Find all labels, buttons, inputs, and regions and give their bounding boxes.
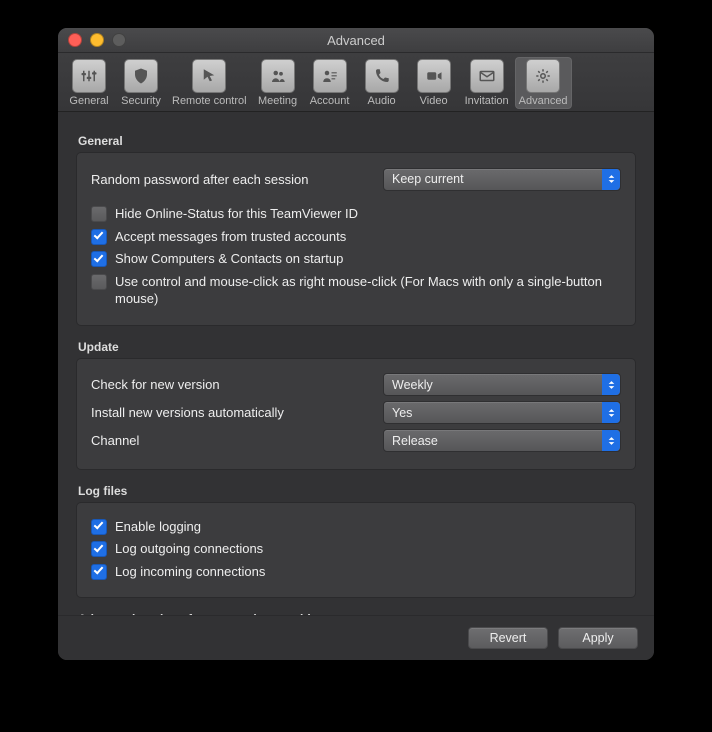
show-contacts-checkbox[interactable] — [91, 251, 107, 267]
accept-messages-label: Accept messages from trusted accounts — [115, 228, 346, 246]
random-password-select[interactable]: Keep current — [383, 168, 621, 191]
tab-label: Meeting — [258, 95, 297, 107]
install-auto-label: Install new versions automatically — [91, 405, 383, 420]
tab-account[interactable]: Account — [305, 57, 355, 109]
select-value: Yes — [392, 406, 412, 420]
enable-logging-checkbox[interactable] — [91, 519, 107, 535]
tab-label: Security — [121, 95, 161, 107]
single-button-mouse-checkbox[interactable] — [91, 274, 107, 290]
log-outgoing-label: Log outgoing connections — [115, 540, 263, 558]
chevron-updown-icon — [602, 169, 620, 190]
tab-audio[interactable]: Audio — [357, 57, 407, 109]
tab-label: Account — [310, 95, 350, 107]
close-window-button[interactable] — [68, 33, 82, 47]
chevron-updown-icon — [602, 430, 620, 451]
sliders-icon — [72, 59, 106, 93]
group-icon — [261, 59, 295, 93]
tab-label: Advanced — [519, 95, 568, 107]
envelope-icon — [470, 59, 504, 93]
tab-video[interactable]: Video — [409, 57, 459, 109]
tab-label: Video — [420, 95, 448, 107]
zoom-window-button[interactable] — [112, 33, 126, 47]
revert-button[interactable]: Revert — [468, 627, 548, 649]
cursor-icon — [192, 59, 226, 93]
single-button-mouse-label: Use control and mouse-click as right mou… — [115, 273, 621, 308]
accept-messages-checkbox[interactable] — [91, 229, 107, 245]
hide-online-label: Hide Online-Status for this TeamViewer I… — [115, 205, 358, 223]
gear-icon — [526, 59, 560, 93]
chevron-updown-icon — [602, 402, 620, 423]
update-panel: Check for new version Weekly Install new… — [76, 358, 636, 470]
channel-select[interactable]: Release — [383, 429, 621, 452]
titlebar: Advanced — [58, 28, 654, 53]
chevron-updown-icon — [602, 374, 620, 395]
tab-label: Invitation — [465, 95, 509, 107]
tab-label: Audio — [368, 95, 396, 107]
content-scroll[interactable]: General Random password after each sessi… — [58, 112, 654, 615]
show-contacts-label: Show Computers & Contacts on startup — [115, 250, 343, 268]
logfiles-panel: Enable logging Log outgoing connections … — [76, 502, 636, 599]
tab-remote-control[interactable]: Remote control — [168, 57, 251, 109]
section-title-logfiles: Log files — [78, 484, 636, 498]
general-panel: Random password after each session Keep … — [76, 152, 636, 326]
preferences-toolbar: General Security Remote control Meeting … — [58, 53, 654, 112]
channel-label: Channel — [91, 433, 383, 448]
random-password-label: Random password after each session — [91, 172, 383, 187]
minimize-window-button[interactable] — [90, 33, 104, 47]
log-incoming-label: Log incoming connections — [115, 563, 265, 581]
hide-online-checkbox[interactable] — [91, 206, 107, 222]
tab-meeting[interactable]: Meeting — [253, 57, 303, 109]
check-version-label: Check for new version — [91, 377, 383, 392]
apply-button[interactable]: Apply — [558, 627, 638, 649]
shield-icon — [124, 59, 158, 93]
tab-general[interactable]: General — [64, 57, 114, 109]
tab-advanced[interactable]: Advanced — [515, 57, 572, 109]
section-title-update: Update — [78, 340, 636, 354]
install-auto-select[interactable]: Yes — [383, 401, 621, 424]
section-title-general: General — [78, 134, 636, 148]
enable-logging-label: Enable logging — [115, 518, 201, 536]
window-title: Advanced — [58, 33, 654, 48]
check-version-select[interactable]: Weekly — [383, 373, 621, 396]
phone-icon — [365, 59, 399, 93]
tab-label: Remote control — [172, 95, 247, 107]
footer: Revert Apply — [58, 615, 654, 660]
tab-invitation[interactable]: Invitation — [461, 57, 513, 109]
log-incoming-checkbox[interactable] — [91, 564, 107, 580]
video-icon — [417, 59, 451, 93]
traffic-lights — [68, 33, 126, 47]
select-value: Keep current — [392, 172, 464, 186]
tab-label: General — [69, 95, 108, 107]
select-value: Release — [392, 434, 438, 448]
preferences-window: Advanced General Security Remote control… — [58, 28, 654, 660]
select-value: Weekly — [392, 378, 433, 392]
account-icon — [313, 59, 347, 93]
log-outgoing-checkbox[interactable] — [91, 541, 107, 557]
tab-security[interactable]: Security — [116, 57, 166, 109]
